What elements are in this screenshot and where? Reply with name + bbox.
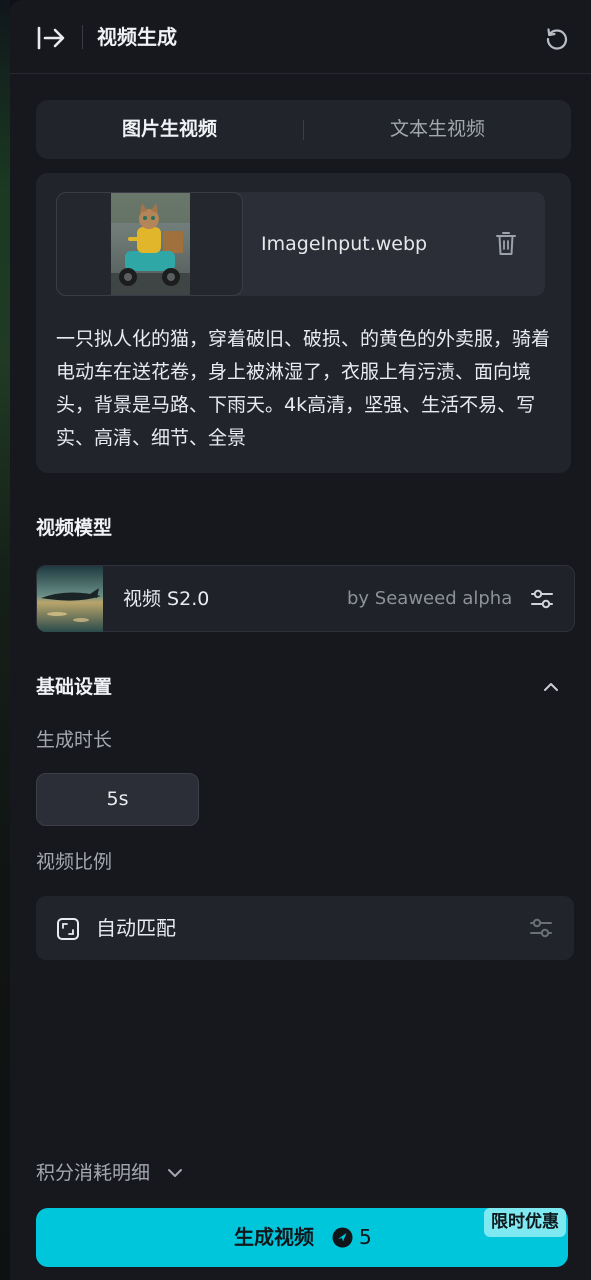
chevron-up-icon[interactable] bbox=[540, 676, 562, 698]
generate-label: 生成视频 bbox=[234, 1225, 314, 1249]
model-provider: by Seaweed alpha bbox=[347, 588, 513, 609]
duration-option-5s[interactable]: 5s bbox=[36, 773, 199, 826]
collapse-right-icon[interactable] bbox=[36, 24, 66, 52]
duration-label: 生成时长 bbox=[36, 729, 113, 751]
image-thumbnail[interactable] bbox=[56, 192, 243, 296]
model-thumbnail bbox=[37, 566, 103, 632]
file-name: ImageInput.webp bbox=[261, 233, 428, 255]
model-name: 视频 S2.0 bbox=[123, 588, 210, 610]
uploaded-file: ImageInput.webp bbox=[56, 192, 545, 296]
sliders-icon[interactable] bbox=[529, 586, 555, 612]
panel-header: 视频生成 bbox=[10, 0, 591, 74]
prompt-text[interactable]: 一只拟人化的猫，穿着破旧、破损、的黄色的外卖服，骑着电动车在送花卷，身上被淋湿了… bbox=[56, 323, 556, 455]
credit-star-icon bbox=[332, 1227, 353, 1248]
input-card: ImageInput.webp 一只拟人化的猫，穿着破旧、破损、的黄色的外卖服，… bbox=[36, 173, 571, 473]
header-divider bbox=[82, 25, 83, 49]
mode-tabs: 图片生视频 文本生视频 bbox=[36, 100, 571, 159]
limited-offer-badge: 限时优惠 bbox=[484, 1208, 566, 1237]
ratio-value: 自动匹配 bbox=[96, 916, 176, 940]
cost-detail-label: 积分消耗明细 bbox=[36, 1162, 151, 1184]
background-edge bbox=[0, 0, 10, 1280]
chevron-down-icon bbox=[168, 1169, 183, 1177]
model-section-title: 视频模型 bbox=[36, 517, 113, 539]
basic-settings-title: 基础设置 bbox=[36, 676, 113, 698]
ratio-selector[interactable]: 自动匹配 bbox=[36, 896, 574, 960]
generate-credit-cost: 5 bbox=[359, 1225, 372, 1249]
page-title: 视频生成 bbox=[97, 25, 177, 49]
ratio-label: 视频比例 bbox=[36, 851, 113, 873]
cat-scooter-image bbox=[111, 193, 190, 295]
sliders-icon[interactable] bbox=[528, 915, 554, 941]
tab-image-to-video[interactable]: 图片生视频 bbox=[36, 100, 303, 159]
cost-detail-toggle[interactable]: 积分消耗明细 bbox=[36, 1159, 185, 1187]
trash-icon[interactable] bbox=[494, 230, 518, 258]
tab-text-to-video[interactable]: 文本生视频 bbox=[304, 100, 571, 159]
model-selector[interactable]: 视频 S2.0 by Seaweed alpha bbox=[36, 565, 575, 632]
aspect-ratio-icon bbox=[57, 918, 79, 940]
refresh-icon[interactable] bbox=[544, 25, 570, 51]
video-generation-panel: 视频生成 图片生视频 文本生视频 ImageInput.webp 一只拟人化的猫… bbox=[10, 0, 591, 1280]
